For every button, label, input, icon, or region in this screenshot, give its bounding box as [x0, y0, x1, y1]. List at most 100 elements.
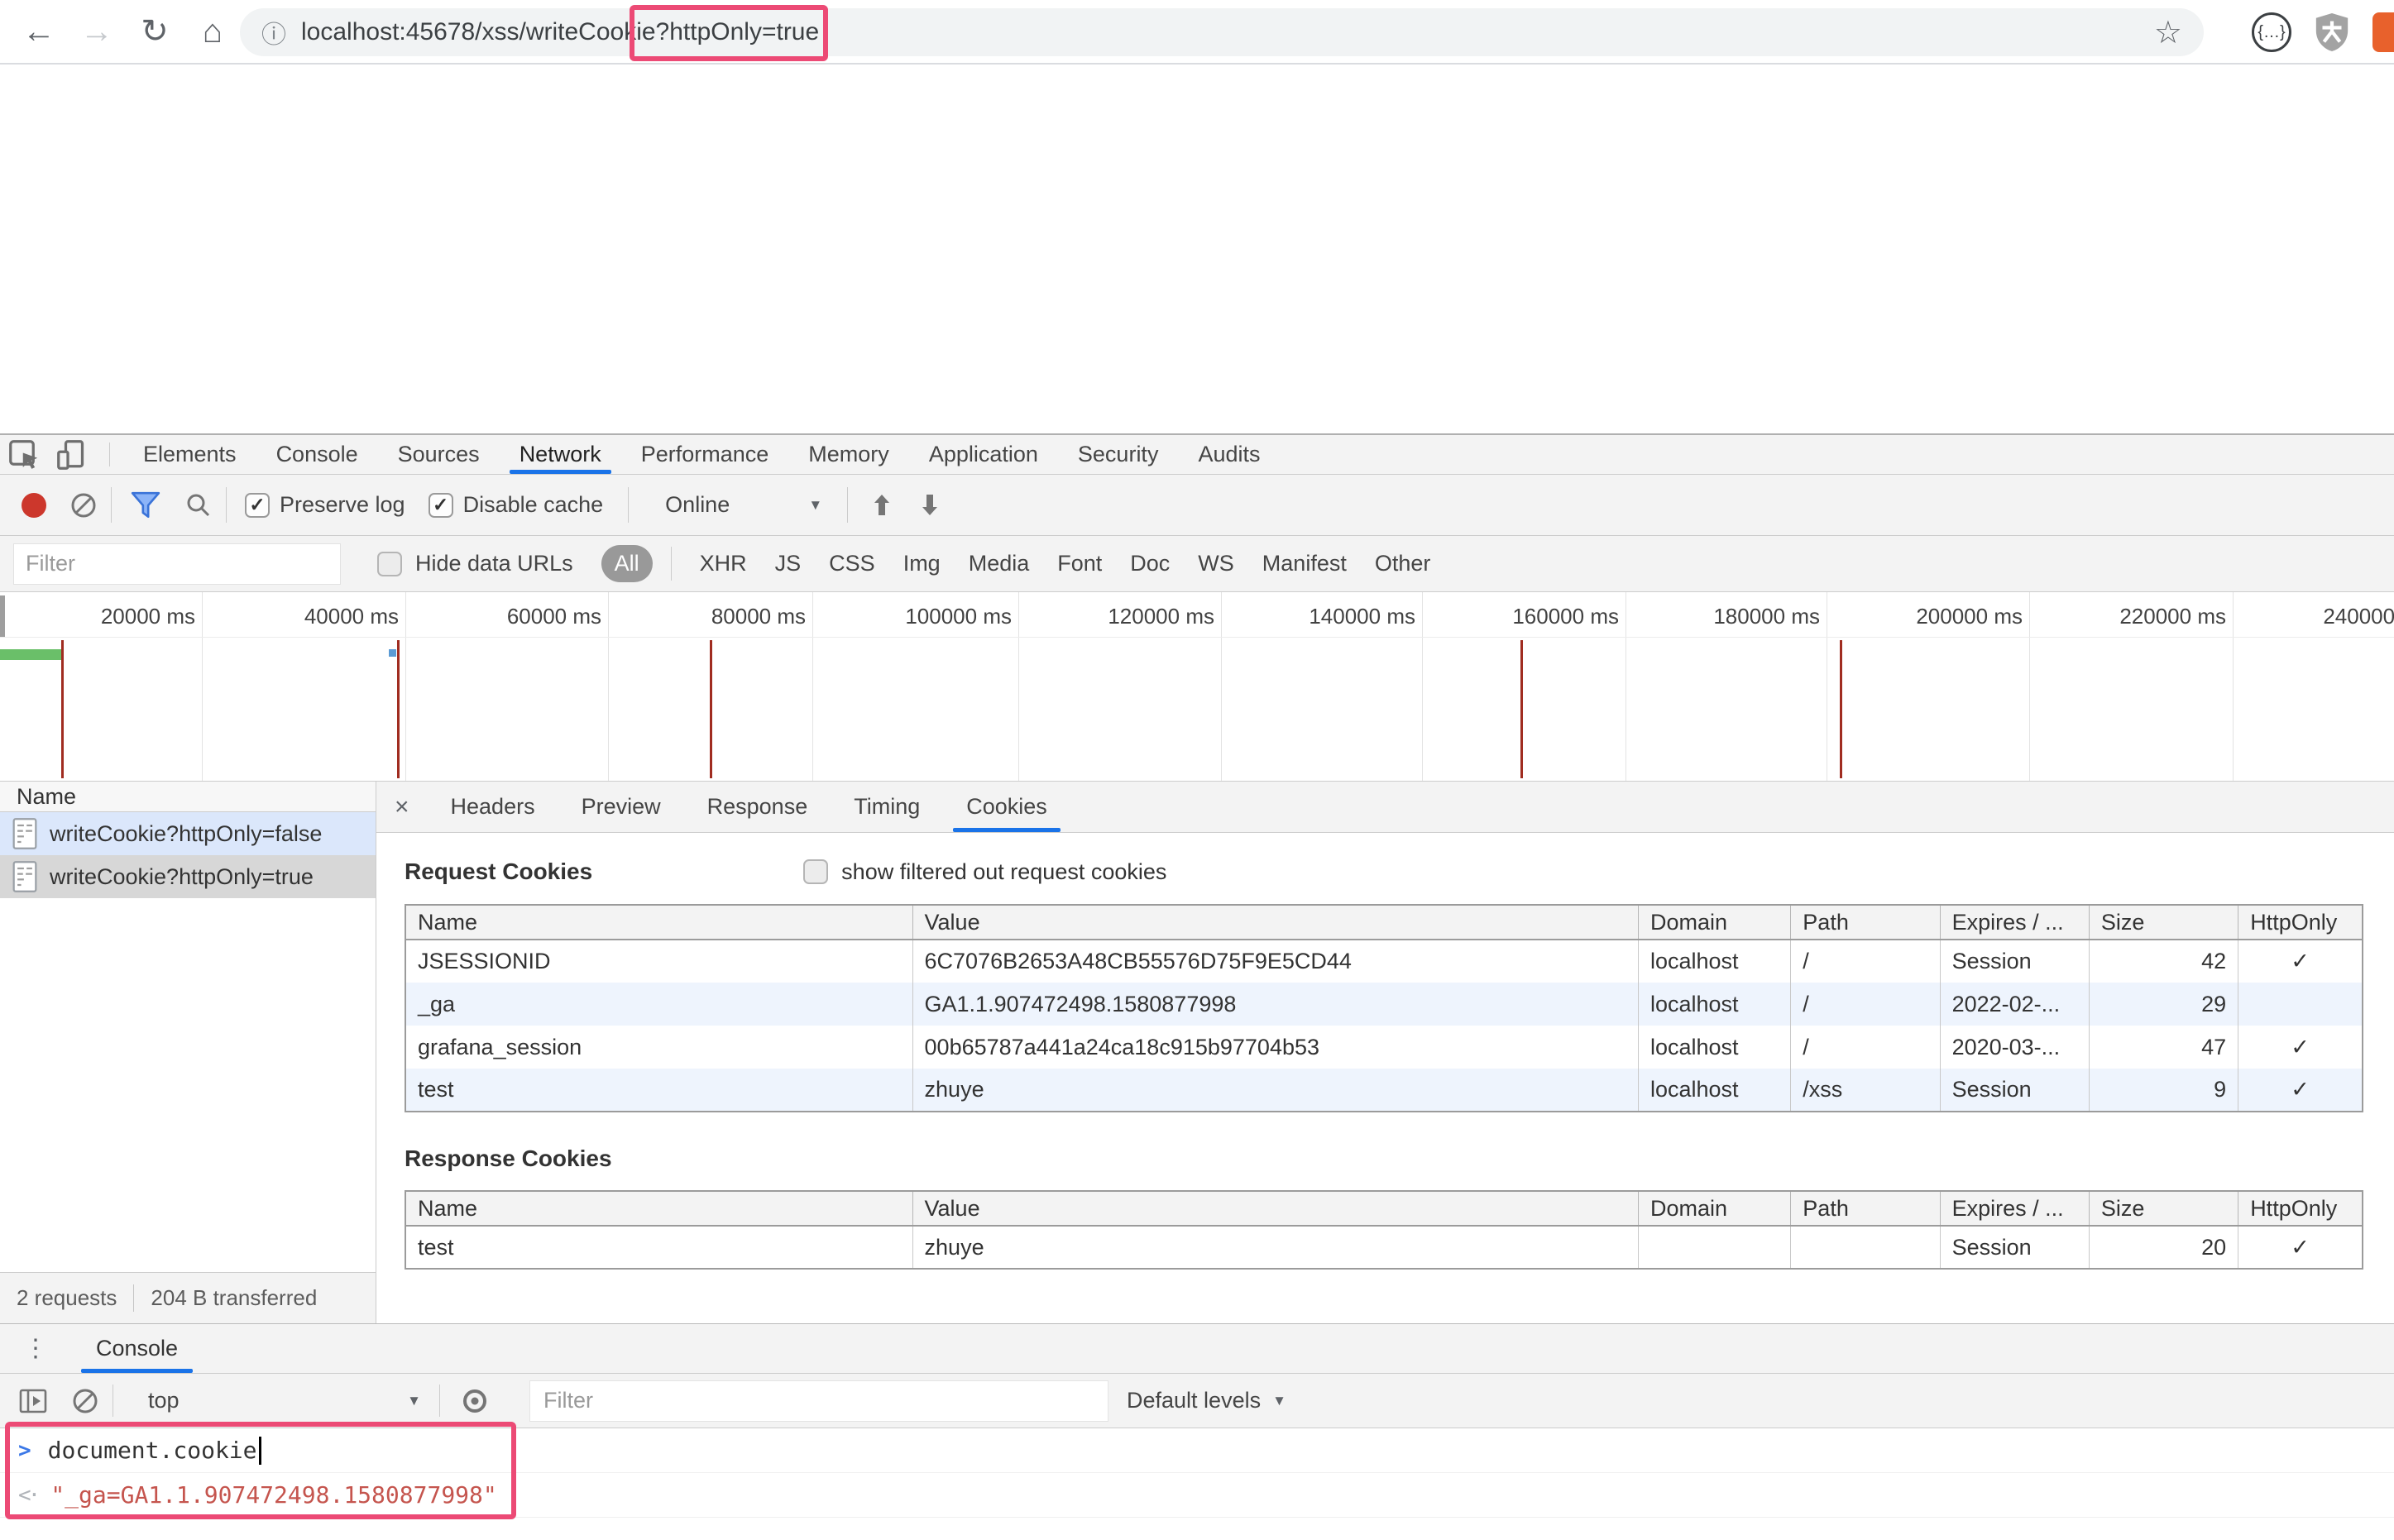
cookie-value: zhuye — [912, 1226, 1640, 1269]
filter-type-media[interactable]: Media — [969, 551, 1030, 576]
active-tab-underline — [953, 828, 1061, 832]
detail-tab-response[interactable]: Response — [684, 782, 831, 832]
filter-type-doc[interactable]: Doc — [1130, 551, 1170, 576]
document-icon — [12, 818, 37, 849]
address-bar[interactable]: ⓘ localhost:45678/xss/writeCookie?httpOn… — [240, 8, 2204, 56]
col-expires[interactable]: Expires / ... — [1940, 905, 2090, 940]
disable-cache-control[interactable]: ✓ Disable cache — [428, 492, 603, 518]
page-info-icon[interactable]: ⓘ — [261, 14, 286, 50]
col-size[interactable]: Size — [2089, 905, 2239, 940]
request-row-false[interactable]: writeCookie?httpOnly=false — [0, 812, 376, 855]
execution-context-select[interactable]: top ▼ — [148, 1388, 421, 1413]
back-icon[interactable]: ← — [12, 7, 66, 56]
request-list-header[interactable]: Name — [0, 782, 376, 812]
tab-label: Console — [96, 1336, 179, 1361]
search-icon[interactable] — [184, 491, 213, 519]
log-levels-select[interactable]: Default levels ▼ — [1127, 1388, 1286, 1413]
filter-type-manifest[interactable]: Manifest — [1262, 551, 1347, 576]
col-path[interactable]: Path — [1790, 905, 1941, 940]
show-filtered-checkbox[interactable]: ✓ — [803, 859, 829, 884]
tab-sources[interactable]: Sources — [378, 435, 500, 474]
eye-icon[interactable] — [460, 1386, 490, 1416]
tab-performance[interactable]: Performance — [621, 435, 789, 474]
shield-extension-icon[interactable] — [2313, 12, 2351, 53]
clear-console-icon[interactable] — [71, 1387, 99, 1415]
throttling-select[interactable]: Online ▼ — [665, 492, 822, 518]
close-icon[interactable]: × — [376, 793, 428, 821]
filter-type-js[interactable]: JS — [775, 551, 802, 576]
detail-tab-cookies[interactable]: Cookies — [943, 782, 1070, 832]
device-toolbar-icon[interactable] — [48, 436, 96, 474]
filter-type-font[interactable]: Font — [1057, 551, 1102, 576]
tab-network[interactable]: Network — [500, 435, 621, 474]
cookie-expires: 2020-03-... — [1940, 1026, 2090, 1069]
col-domain[interactable]: Domain — [1638, 905, 1792, 940]
import-har-icon[interactable] — [869, 491, 894, 519]
reload-icon[interactable]: ↻ — [127, 7, 182, 56]
filter-type-other[interactable]: Other — [1375, 551, 1431, 576]
bookmark-star-icon[interactable]: ☆ — [2154, 14, 2182, 51]
tab-security[interactable]: Security — [1058, 435, 1179, 474]
network-overview-timeline[interactable]: 20000 ms 40000 ms 60000 ms 80000 ms 1000… — [0, 592, 2394, 782]
filter-type-all[interactable]: All — [601, 545, 653, 582]
export-har-icon[interactable] — [917, 491, 942, 519]
detail-tab-headers[interactable]: Headers — [428, 782, 558, 832]
col-httponly[interactable]: HttpOnly — [2238, 1191, 2363, 1227]
request-row-true[interactable]: writeCookie?httpOnly=true — [0, 855, 376, 898]
tab-memory[interactable]: Memory — [788, 435, 909, 474]
network-filter-input[interactable] — [13, 543, 341, 585]
forward-icon[interactable]: → — [69, 7, 124, 56]
cookie-row-test-response[interactable]: test zhuye Session 20 ✓ — [405, 1226, 2363, 1269]
filter-type-xhr[interactable]: XHR — [700, 551, 747, 576]
detail-tab-timing[interactable]: Timing — [831, 782, 943, 832]
hide-data-urls-checkbox[interactable]: ✓ — [377, 551, 402, 576]
preserve-log-control[interactable]: ✓ Preserve log — [245, 492, 405, 518]
inspect-element-icon[interactable] — [0, 436, 48, 474]
col-value[interactable]: Value — [912, 1191, 1640, 1227]
tab-label: Cookies — [966, 794, 1047, 819]
cookie-row-jsessionid[interactable]: JSESSIONID 6C7076B2653A48CB55576D75F9E5C… — [405, 940, 2363, 983]
disable-cache-checkbox[interactable]: ✓ — [428, 492, 453, 518]
cookies-pane: Request Cookies ✓ show filtered out requ… — [376, 833, 2394, 1323]
tab-console[interactable]: Console — [256, 435, 378, 474]
filter-funnel-icon[interactable] — [130, 490, 161, 520]
name-column-label: Name — [17, 783, 77, 809]
col-name[interactable]: Name — [405, 1191, 913, 1227]
clear-icon[interactable] — [69, 491, 98, 519]
request-name: writeCookie?httpOnly=true — [50, 863, 314, 889]
col-domain[interactable]: Domain — [1638, 1191, 1792, 1227]
console-filter-input[interactable] — [529, 1380, 1108, 1422]
tab-application[interactable]: Application — [909, 435, 1058, 474]
cookie-row-grafana[interactable]: grafana_session 00b65787a441a24ca18c915b… — [405, 1026, 2363, 1069]
filter-type-ws[interactable]: WS — [1198, 551, 1234, 576]
timeline-label: 200000 ms — [1916, 604, 2023, 629]
col-path[interactable]: Path — [1790, 1191, 1941, 1227]
col-expires[interactable]: Expires / ... — [1940, 1191, 2090, 1227]
col-size[interactable]: Size — [2089, 1191, 2239, 1227]
tab-audits[interactable]: Audits — [1178, 435, 1280, 474]
cookie-row-ga[interactable]: _ga GA1.1.907472498.1580877998 localhost… — [405, 983, 2363, 1026]
transferred-size: 204 B transferred — [151, 1285, 318, 1310]
cookie-row-test[interactable]: test zhuye localhost /xss Session 9 ✓ — [405, 1069, 2363, 1112]
filter-type-css[interactable]: CSS — [829, 551, 875, 576]
col-value[interactable]: Value — [912, 905, 1640, 940]
console-prompt-row[interactable]: > document.cookie — [0, 1428, 2394, 1473]
timeline-label: 140000 ms — [1309, 604, 1415, 629]
cookie-size: 42 — [2089, 940, 2239, 983]
extension-braces-icon[interactable]: {…} — [2252, 12, 2291, 52]
url-text[interactable]: localhost:45678/xss/writeCookie?httpOnly… — [301, 18, 819, 46]
kebab-menu-icon[interactable]: ⋮ — [0, 1334, 71, 1363]
preserve-log-checkbox[interactable]: ✓ — [245, 492, 270, 518]
home-icon[interactable]: ⌂ — [185, 7, 240, 56]
console-input-text[interactable]: document.cookie — [48, 1437, 257, 1464]
load-event-line — [1520, 640, 1523, 778]
filter-type-img[interactable]: Img — [903, 551, 941, 576]
extension-orange-icon[interactable] — [2372, 12, 2394, 52]
drawer-tab-console[interactable]: Console — [71, 1324, 203, 1373]
tab-elements[interactable]: Elements — [123, 435, 256, 474]
console-sidebar-icon[interactable] — [18, 1387, 48, 1415]
col-httponly[interactable]: HttpOnly — [2238, 905, 2363, 940]
col-name[interactable]: Name — [405, 905, 913, 940]
record-button[interactable] — [22, 492, 46, 518]
detail-tab-preview[interactable]: Preview — [558, 782, 684, 832]
